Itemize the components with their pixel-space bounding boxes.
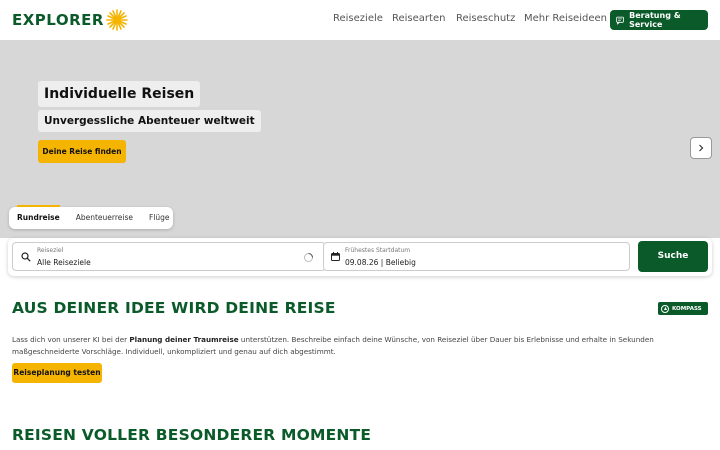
star-logo-icon xyxy=(106,9,128,31)
search-icon xyxy=(21,252,31,262)
tab-fluege[interactable]: Flüge xyxy=(149,207,170,229)
calendar-icon xyxy=(331,252,340,261)
section-description: Lass dich von unserer KI bei der Planung… xyxy=(12,334,702,358)
nav-link-mehr-reiseideen[interactable]: Mehr Reiseideen xyxy=(524,13,607,24)
explorer-logo[interactable]: EXPLORER xyxy=(12,9,128,31)
section-title-idea: AUS DEINER IDEE WIRD DEINE REISE xyxy=(12,299,336,317)
logo-text: EXPLORER xyxy=(12,11,104,29)
section-title-moments: REISEN VOLLER BESONDERER MOMENTE xyxy=(12,426,372,444)
start-date-value: 09.08.26 | Beliebig xyxy=(345,258,416,267)
service-button[interactable]: Beratung & Service xyxy=(610,10,708,30)
nav-link-reisearten[interactable]: Reisearten xyxy=(392,13,445,24)
destination-value: Alle Reiseziele xyxy=(37,258,91,267)
kompass-badge: KOMPASS xyxy=(658,302,708,315)
search-bar: Reiseziel Alle Reiseziele Frühestes Star… xyxy=(8,238,712,276)
nav-link-reiseziele[interactable]: Reiseziele xyxy=(333,13,383,24)
hero-subtitle: Unvergessliche Abenteuer weltweit xyxy=(38,110,261,132)
chevron-right-icon xyxy=(699,144,704,152)
find-trip-button[interactable]: Deine Reise finden xyxy=(38,140,126,163)
hero-next-button[interactable] xyxy=(690,137,712,159)
search-button[interactable]: Suche xyxy=(638,241,708,272)
destination-field[interactable]: Reiseziel Alle Reiseziele xyxy=(12,242,326,271)
start-date-label: Frühestes Startdatum xyxy=(345,247,411,254)
try-planning-button[interactable]: Reiseplanung testen xyxy=(12,363,102,383)
tab-abenteuerreise[interactable]: Abenteuerreise xyxy=(76,207,133,229)
badge-label: KOMPASS xyxy=(672,305,702,312)
service-button-label: Beratung & Service xyxy=(629,11,681,29)
destination-label: Reiseziel xyxy=(37,247,64,254)
description-text-start: Lass dich von unserer KI bei der xyxy=(12,335,130,344)
trip-type-tabs: Rundreise Abenteuerreise Flüge xyxy=(9,205,173,229)
nav-link-reiseschutz[interactable]: Reiseschutz xyxy=(456,13,515,24)
site-header: EXPLORER Reiseziele Reisearten Reiseschu… xyxy=(0,0,720,40)
chat-icon xyxy=(616,16,624,25)
loading-spinner-icon xyxy=(304,253,313,262)
start-date-field[interactable]: Frühestes Startdatum 09.08.26 | Beliebig xyxy=(323,242,630,271)
description-highlight: Planung deiner Traumreise xyxy=(129,335,239,344)
hero-title: Individuelle Reisen xyxy=(38,81,201,107)
compass-icon xyxy=(661,304,669,313)
tab-rundreise[interactable]: Rundreise xyxy=(17,205,60,229)
